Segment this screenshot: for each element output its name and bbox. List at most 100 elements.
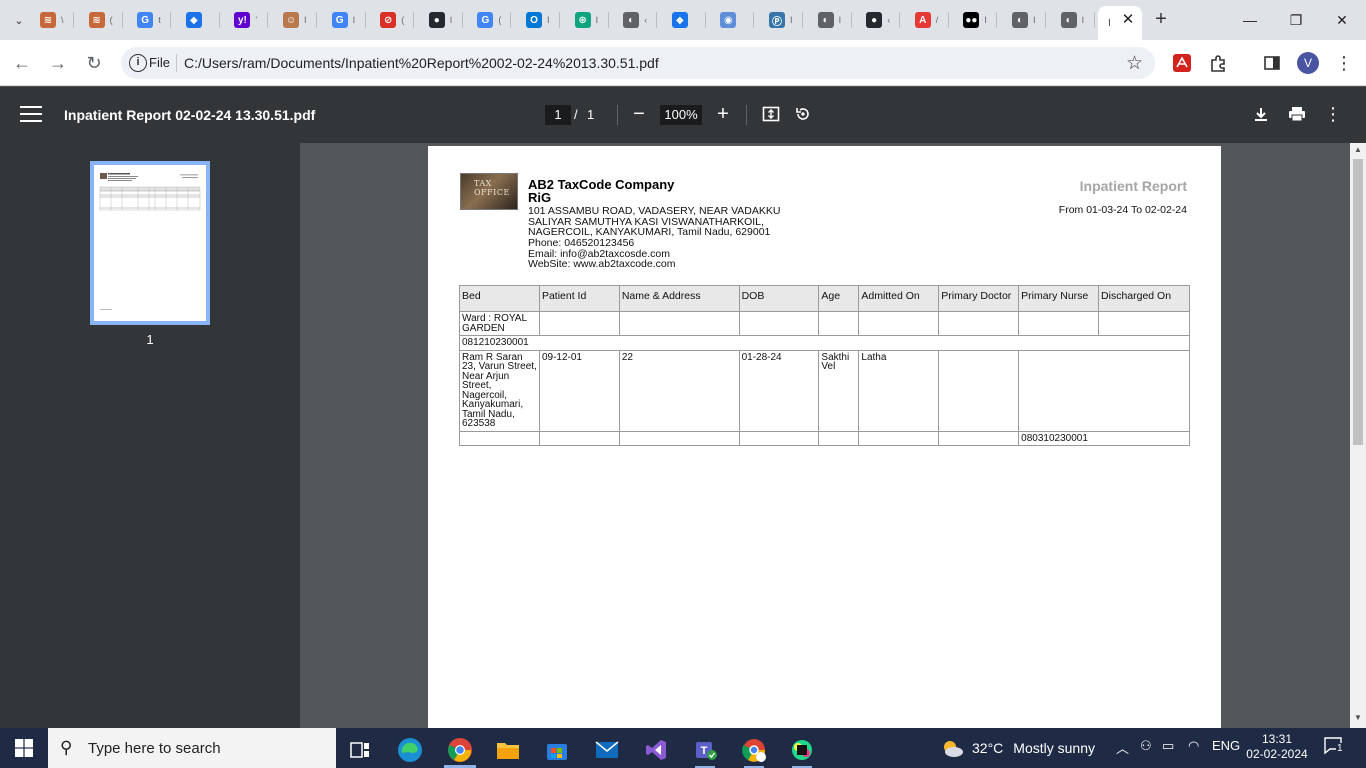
language-indicator[interactable]: ENG [1212,738,1240,753]
tab-separator [121,12,123,28]
tab-2[interactable]: ≋( [88,8,123,32]
file-explorer-icon[interactable] [488,732,528,768]
tab-5[interactable]: y! ' [234,8,269,32]
tab-3[interactable]: Gt [137,8,172,32]
tab-favicon-icon: ◉ [720,12,737,28]
profile-avatar[interactable]: V [1296,51,1320,75]
bookmark-star-icon[interactable]: ☆ [1126,52,1143,75]
restore-button[interactable]: ❐ [1276,6,1316,34]
rotate-icon[interactable] [792,103,814,125]
tab-favicon-icon: ●● [963,12,980,28]
tab-12[interactable]: ⊛ I [574,8,609,32]
page-number-input[interactable]: 1 [545,105,571,125]
group-row: 081210230001 [459,335,1190,351]
meet-now-icon[interactable]: ⚇ [1140,738,1152,754]
teams-icon[interactable]: T [685,732,725,768]
page-thumbnail[interactable] [90,161,210,325]
tab-favicon-icon: ◐ [1060,12,1077,28]
back-arrow-icon[interactable]: ← [10,51,34,75]
tab-separator [996,12,998,28]
battery-icon[interactable]: ▭ [1162,738,1174,754]
tab-title: I [449,15,453,25]
tab-17[interactable]: ◐ I [817,8,852,32]
address-bar[interactable]: i File C:/Users/ram/Documents/Inpatient%… [121,47,1155,79]
logo-text: TAX OFFICE [474,179,510,197]
tab-20[interactable]: ●● I [963,8,998,32]
extensions-puzzle-icon[interactable] [1206,51,1230,75]
pdf-more-options-icon[interactable]: ⋮ [1322,103,1344,125]
tab-search-chevron-icon[interactable]: ⌄ [6,7,32,33]
wifi-icon[interactable]: ◠ [1188,738,1199,754]
tab-14[interactable]: ◆ [671,8,706,32]
weather-widget[interactable]: 32°C Mostly sunny [940,737,1095,759]
tab-favicon-icon: ⊘ [380,12,397,28]
tab-19[interactable]: A / [914,8,949,32]
show-hidden-icons-chevron-icon[interactable]: ︿ [1116,738,1129,757]
close-window-button[interactable]: ✕ [1322,6,1362,34]
footer-row: 080310230001 [459,430,1190,446]
tab-6[interactable]: ☺ I [283,8,317,32]
side-panel-icon[interactable] [1260,51,1284,75]
notification-count: 1 [1336,743,1344,754]
tab-16[interactable]: Ⓟ I [769,8,803,32]
mail-icon[interactable] [587,732,627,768]
column-header: Name & Address [618,285,740,312]
taskbar-search-box[interactable]: ⚲ Type here to search [48,728,336,768]
scroll-up-arrow-icon[interactable]: ▲ [1350,145,1366,154]
notifications-icon[interactable]: 1 [1324,737,1344,758]
tab-11[interactable]: OI [526,8,560,32]
tab-13[interactable]: ◐ ‹ [623,8,658,32]
tab-favicon-icon: ◐ [623,12,640,28]
file-scheme-label[interactable]: File [149,55,170,70]
browser-menu-kebab-icon[interactable]: ⋮ [1332,51,1356,75]
ward-cell: Ward : ROYAL GARDEN [459,311,540,336]
tab-8[interactable]: ⊘( [380,8,415,32]
tab-18[interactable]: ● ‹ [866,8,901,32]
forward-arrow-icon[interactable]: → [46,51,70,75]
reload-icon[interactable]: ↻ [82,51,106,75]
tab-15[interactable]: ◉ [720,8,755,32]
info-icon[interactable]: i [129,54,147,72]
tab-21[interactable]: ◐ I [1012,8,1046,32]
footer-id-cell: 080310230001 [1018,430,1190,446]
microsoft-store-icon[interactable] [537,732,577,768]
zoom-out-icon[interactable]: − [627,102,651,126]
sun-cloud-icon [944,741,963,757]
tab-separator [267,12,269,28]
tab-separator [364,12,366,28]
tab-1[interactable]: ≋ \ [40,8,74,32]
vertical-scrollbar[interactable]: ▲ ▼ [1350,143,1366,728]
acrobat-extension-icon[interactable] [1170,51,1194,75]
scrollbar-thumb[interactable] [1353,159,1363,445]
table-cell [858,311,940,336]
visual-studio-icon[interactable] [636,732,676,768]
minimize-button[interactable]: — [1230,6,1270,34]
windows-start-icon[interactable] [0,728,48,768]
tab-separator [850,12,852,28]
tab-10[interactable]: G( [477,8,512,32]
pycharm-icon[interactable] [782,732,822,768]
close-tab-icon[interactable]: ✕ [1120,12,1136,28]
inpatient-table: Bed Patient Id Name & Address DOB Age Ad… [459,285,1190,446]
tab-7[interactable]: GI [331,8,366,32]
edge-browser-icon[interactable] [390,732,430,768]
pdf-document-area[interactable]: TAX OFFICE AB2 TaxCode Company RiG 101 A… [300,143,1350,728]
task-view-icon[interactable] [340,732,380,768]
sidebar-menu-icon[interactable] [20,106,42,124]
scroll-down-arrow-icon[interactable]: ▼ [1350,713,1366,722]
active-tab[interactable]: I ✕ [1098,6,1142,40]
zoom-level-input[interactable]: 100% [660,105,702,125]
zoom-in-icon[interactable]: + [711,102,735,126]
download-icon[interactable] [1250,103,1272,125]
chrome-taskbar-icon[interactable] [440,732,480,768]
chrome-profile-taskbar-icon[interactable] [734,732,774,768]
clock[interactable]: 13:31 02-02-2024 [1240,732,1314,762]
print-icon[interactable] [1286,103,1308,125]
tab-22[interactable]: ◐ I [1060,8,1095,32]
tab-9[interactable]: ● I [428,8,463,32]
tab-4[interactable]: ◆ [185,8,220,32]
url-text[interactable]: C:/Users/ram/Documents/Inpatient%20Repor… [184,55,659,71]
new-tab-button[interactable]: + [1150,8,1172,30]
fit-to-page-icon[interactable] [760,103,782,125]
browser-toolbar: ← → ↻ i File C:/Users/ram/Documents/Inpa… [0,40,1366,86]
